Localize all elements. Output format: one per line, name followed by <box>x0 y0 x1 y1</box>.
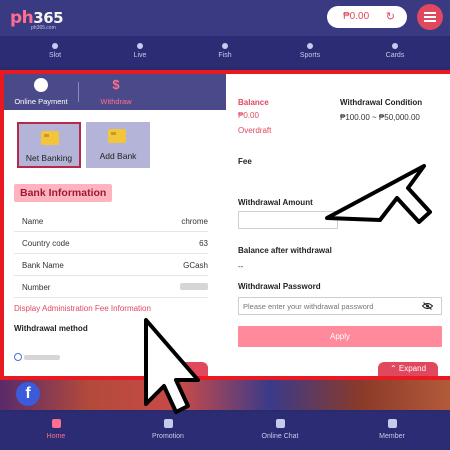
facebook-icon[interactable]: f <box>16 382 40 406</box>
header-balance[interactable]: ₱0.00 ↻ <box>327 6 407 28</box>
bank-info-row: Bank Name GCash <box>14 254 208 276</box>
expand-button[interactable]: ⌃ Expand <box>378 362 438 376</box>
overdraft-label: Overdraft <box>238 126 272 135</box>
withdrawal-password-input[interactable] <box>238 297 442 315</box>
balance-label: Balance <box>238 98 269 107</box>
pointer-arrow-icon <box>325 164 432 224</box>
cards-icon <box>392 43 398 49</box>
nav-item-live[interactable]: Live <box>95 36 185 66</box>
home-icon <box>51 419 61 428</box>
apply-button[interactable]: Apply <box>238 326 442 347</box>
live-icon <box>137 43 143 49</box>
masked-number <box>180 283 208 292</box>
tab-withdraw[interactable]: $ Withdraw <box>79 74 153 110</box>
bottom-nav-member[interactable]: Member <box>336 412 448 450</box>
tab-bar: Online Payment $ Withdraw <box>4 74 226 110</box>
nav-item-cards[interactable]: Cards <box>350 36 440 66</box>
menu-button[interactable] <box>417 4 443 30</box>
fish-icon <box>222 43 228 49</box>
balance-after-value: -- <box>238 262 244 271</box>
withdrawal-condition-value: ₱100.00 ~ ₱50,000.00 <box>340 113 420 122</box>
chevron-up-icon: ⌃ <box>389 364 397 373</box>
user-icon <box>387 419 397 428</box>
bottom-nav: Home Promotion Online Chat Member <box>0 412 450 450</box>
admin-fee-link[interactable]: Display Administration Fee Information <box>14 304 151 313</box>
game-banner-strip <box>0 378 450 410</box>
bottom-nav-chat[interactable]: Online Chat <box>224 412 336 450</box>
fee-label: Fee <box>238 157 252 166</box>
nav-item-sports[interactable]: Sports <box>265 36 355 66</box>
bank-card-icon <box>108 129 126 143</box>
slot-icon <box>52 43 58 49</box>
withdrawal-method-label: Withdrawal method <box>14 324 88 333</box>
eye-off-icon[interactable] <box>422 302 433 310</box>
bottom-nav-promotion[interactable]: Promotion <box>112 412 224 450</box>
header-balance-value: ₱0.00 <box>343 11 370 22</box>
dollar-icon: $ <box>112 77 120 92</box>
withdrawal-method-radio[interactable] <box>14 353 22 361</box>
net-banking-option[interactable]: Net Banking <box>17 122 81 168</box>
bank-info-row: Name chrome <box>14 210 208 232</box>
top-bar: ph365 ph365.com ₱0.00 ↻ <box>0 0 450 36</box>
bank-info-title: Bank Information <box>14 184 113 202</box>
withdrawal-method-name <box>24 355 60 360</box>
withdrawal-password-label: Withdrawal Password <box>238 282 321 291</box>
nav-item-slot[interactable]: Slot <box>10 36 100 66</box>
bottom-nav-home[interactable]: Home <box>0 412 112 450</box>
withdrawal-condition-label: Withdrawal Condition <box>340 98 423 107</box>
tab-online-payment[interactable]: Online Payment <box>4 74 78 110</box>
logo-subtitle: ph365.com <box>31 25 56 31</box>
add-bank-option[interactable]: Add Bank <box>86 122 150 168</box>
nav-item-fish[interactable]: Fish <box>180 36 270 66</box>
sports-icon <box>307 43 313 49</box>
bank-info-row: Country code 63 <box>14 232 208 254</box>
chat-icon <box>275 419 285 428</box>
payment-icon <box>34 78 48 92</box>
bank-info-row: Number <box>14 276 208 298</box>
cursor-arrow-icon <box>144 318 200 414</box>
gift-icon <box>163 419 173 428</box>
withdrawal-amount-label: Withdrawal Amount <box>238 198 313 207</box>
category-nav: Slot Live Fish Sports Cards <box>0 36 450 66</box>
balance-after-label: Balance after withdrawal <box>238 246 332 255</box>
bank-card-icon <box>41 131 59 145</box>
balance-value: ₱0.00 <box>238 111 259 120</box>
refresh-icon[interactable]: ↻ <box>386 10 395 23</box>
